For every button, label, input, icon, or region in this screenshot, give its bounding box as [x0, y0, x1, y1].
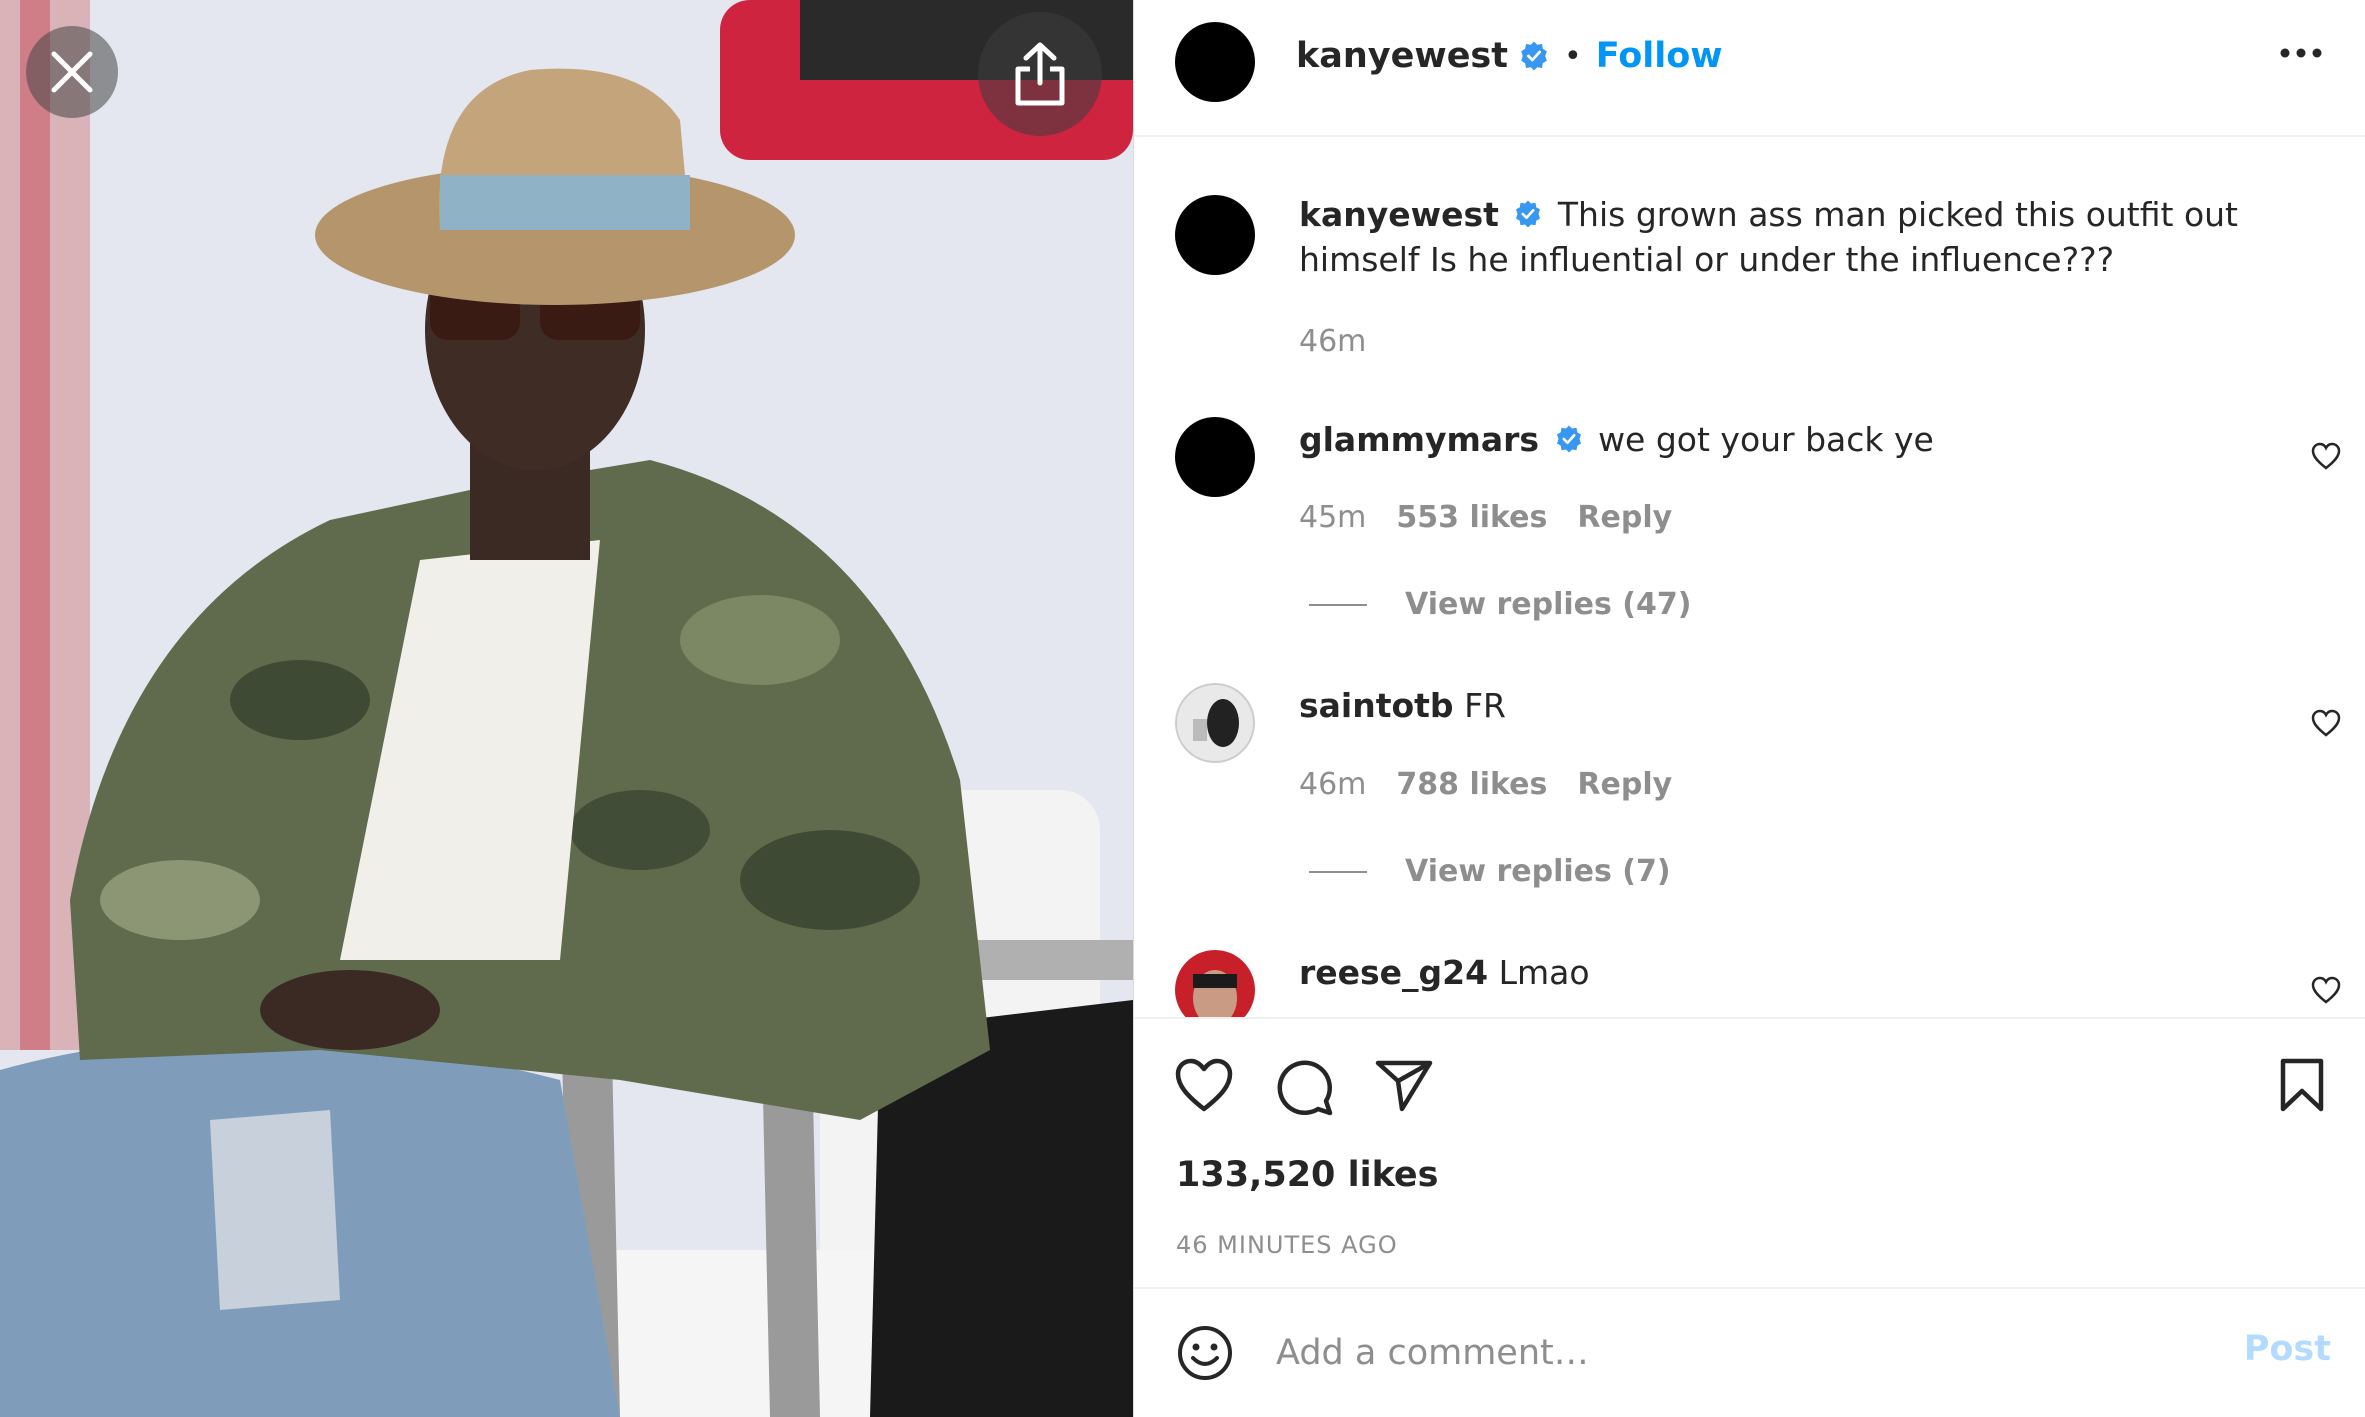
share-icon	[1015, 42, 1065, 106]
post-header: kanyewest • Follow	[1134, 0, 2365, 137]
comment-input[interactable]	[1274, 1319, 2118, 1387]
comment-username[interactable]: reese_g24	[1299, 953, 1488, 992]
avatar[interactable]	[1175, 22, 1255, 102]
caption: kanyewest This grown ass man picked this…	[1299, 192, 2299, 282]
comment-item: reese_g24 Lmao	[1299, 950, 2299, 995]
post-actions: 133,520 likes 46 MINUTES AGO	[1134, 1017, 2365, 1287]
caption-time[interactable]: 46m	[1299, 324, 1366, 359]
header-username[interactable]: kanyewest	[1296, 36, 1508, 76]
comments-list[interactable]: kanyewest This grown ass man picked this…	[1134, 137, 2365, 1017]
comment-avatar[interactable]	[1175, 950, 1255, 1017]
comment-meta: 46m 788 likes Reply	[1299, 767, 1672, 802]
comment-likes[interactable]: 553 likes	[1396, 500, 1547, 535]
like-comment-icon[interactable]	[2311, 976, 2341, 1004]
comment-item: glammymars we got your back ye	[1299, 417, 2299, 462]
more-icon	[2280, 48, 2322, 58]
header-user: kanyewest • Follow	[1296, 36, 1723, 76]
view-replies-label: View replies (47)	[1405, 587, 1692, 622]
reply-button[interactable]: Reply	[1577, 500, 1672, 535]
view-replies-button[interactable]: View replies (47)	[1309, 587, 1691, 622]
comment-avatar[interactable]	[1175, 417, 1255, 497]
comment-text: we got your back ye	[1598, 420, 1934, 459]
caption-avatar[interactable]	[1175, 195, 1255, 275]
comment-text: FR	[1464, 686, 1506, 725]
separator-dot: •	[1564, 38, 1582, 74]
divider-line	[1309, 870, 1367, 873]
caption-username[interactable]: kanyewest	[1299, 195, 1499, 234]
more-options-button[interactable]	[2279, 44, 2323, 63]
like-comment-icon[interactable]	[2311, 442, 2341, 470]
bookmark-icon[interactable]	[2277, 1057, 2327, 1113]
verified-icon	[1521, 41, 1547, 71]
comment-time[interactable]: 46m	[1299, 767, 1366, 802]
comment-meta: 45m 553 likes Reply	[1299, 500, 1672, 535]
view-replies-label: View replies (7)	[1405, 854, 1671, 889]
comment-username[interactable]: saintotb	[1299, 686, 1454, 725]
comment-text: Lmao	[1498, 953, 1590, 992]
verified-icon	[1516, 200, 1541, 227]
emoji-icon[interactable]	[1176, 1324, 1234, 1382]
caption-meta: 46m	[1299, 324, 1366, 359]
post-detail-panel: kanyewest • Follow kanyewest This grown …	[1133, 0, 2365, 1417]
view-replies-button[interactable]: View replies (7)	[1309, 854, 1671, 889]
comment-item: saintotb FR	[1299, 683, 2299, 728]
post-image	[0, 0, 1133, 1417]
comment-avatar[interactable]	[1175, 683, 1255, 763]
comment-username[interactable]: glammymars	[1299, 420, 1539, 459]
post-button[interactable]: Post	[2244, 1329, 2331, 1369]
verified-icon	[1556, 425, 1581, 452]
reply-button[interactable]: Reply	[1577, 767, 1672, 802]
post-photo	[0, 0, 1133, 1417]
comment-likes[interactable]: 788 likes	[1396, 767, 1547, 802]
comment-composer: Post	[1134, 1287, 2365, 1417]
comment-icon[interactable]	[1274, 1057, 1334, 1117]
post-time[interactable]: 46 MINUTES AGO	[1176, 1231, 1398, 1259]
follow-button[interactable]: Follow	[1596, 36, 1723, 76]
like-comment-icon[interactable]	[2311, 709, 2341, 737]
send-icon[interactable]	[1374, 1057, 1434, 1113]
comment-time[interactable]: 45m	[1299, 500, 1366, 535]
divider-line	[1309, 603, 1367, 606]
close-button[interactable]	[26, 26, 118, 118]
close-icon	[51, 51, 93, 93]
likes-count[interactable]: 133,520 likes	[1176, 1155, 1439, 1195]
share-button[interactable]	[978, 12, 1102, 136]
heart-icon[interactable]	[1174, 1057, 1234, 1113]
